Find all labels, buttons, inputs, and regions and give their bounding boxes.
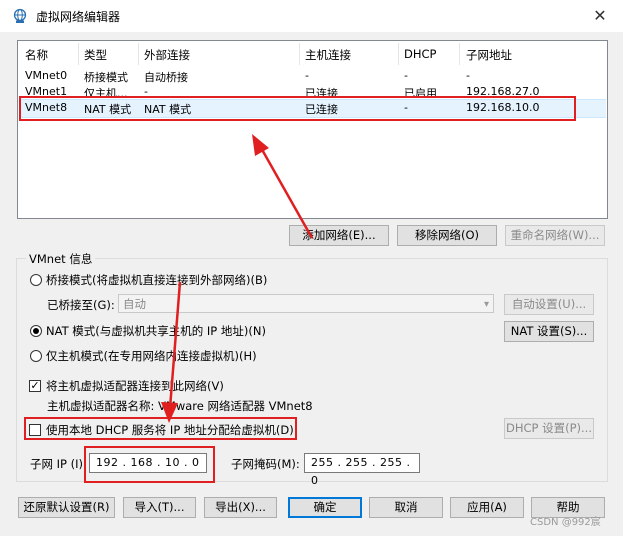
host-only-label[interactable]: 仅主机模式(在专用网络内连接虚拟机)(H): [46, 348, 257, 364]
connect-adapter-label[interactable]: 将主机虚拟适配器连接到此网络(V): [46, 378, 224, 394]
col-header-external[interactable]: 外部连接: [144, 47, 190, 63]
col-header-name[interactable]: 名称: [25, 47, 48, 63]
cell-external: 自动桥接: [144, 71, 188, 84]
bridged-to-select[interactable]: 自动 ▾: [118, 294, 494, 313]
annotation-box-vmnet8-row: [19, 96, 576, 121]
nat-mode-label[interactable]: NAT 模式(与虚拟机共享主机的 IP 地址)(N): [46, 323, 266, 339]
host-only-radio[interactable]: [30, 350, 42, 362]
col-divider: [299, 43, 300, 65]
globe-network-icon: [13, 8, 27, 23]
bridged-to-label: 已桥接至(G):: [47, 298, 115, 312]
bridged-mode-radio[interactable]: [30, 274, 42, 286]
table-row[interactable]: VMnet0 桥接模式 自动桥接 - - -: [19, 68, 606, 85]
rename-network-button[interactable]: 重命名网络(W)...: [505, 225, 605, 246]
remove-network-button[interactable]: 移除网络(O): [397, 225, 497, 246]
apply-button[interactable]: 应用(A): [450, 497, 524, 518]
subnet-mask-label: 子网掩码(M):: [231, 457, 300, 471]
bridged-mode-label[interactable]: 桥接模式(将虚拟机直接连接到外部网络)(B): [46, 272, 267, 288]
adapter-name-text: 主机虚拟适配器名称: VMware 网络适配器 VMnet8: [47, 399, 313, 413]
add-network-button[interactable]: 添加网络(E)...: [289, 225, 389, 246]
annotation-box-subnet-ip: [84, 446, 215, 483]
title-bar: 虚拟网络编辑器 ✕: [0, 0, 623, 32]
annotation-box-dhcp: [24, 417, 297, 440]
cell-dhcp: -: [404, 69, 408, 82]
cell-subnet: -: [466, 69, 470, 82]
col-divider: [138, 43, 139, 65]
col-divider: [398, 43, 399, 65]
nat-settings-button[interactable]: NAT 设置(S)...: [504, 321, 594, 342]
subnet-mask-input[interactable]: 255 . 255 . 255 . 0: [304, 453, 420, 487]
restore-defaults-button[interactable]: 还原默认设置(R): [18, 497, 115, 518]
cell-name: VMnet0: [25, 69, 68, 82]
watermark-text: CSDN @992宸: [530, 517, 601, 528]
col-header-dhcp[interactable]: DHCP: [404, 47, 436, 61]
import-button[interactable]: 导入(T)...: [123, 497, 196, 518]
nat-mode-radio[interactable]: [30, 325, 42, 337]
col-divider: [459, 43, 460, 65]
auto-settings-button[interactable]: 自动设置(U)...: [504, 294, 594, 315]
cell-type: 桥接模式: [84, 71, 128, 84]
cell-host: -: [305, 69, 309, 82]
col-divider: [78, 43, 79, 65]
window-title: 虚拟网络编辑器: [36, 10, 121, 24]
dhcp-settings-button[interactable]: DHCP 设置(P)...: [504, 418, 594, 439]
cancel-button[interactable]: 取消: [369, 497, 443, 518]
export-button[interactable]: 导出(X)...: [204, 497, 277, 518]
col-header-subnet[interactable]: 子网地址: [466, 47, 512, 63]
bridged-to-value: 自动: [123, 297, 146, 311]
vmnet-info-title: VMnet 信息: [26, 251, 96, 267]
col-header-host[interactable]: 主机连接: [305, 47, 351, 63]
chevron-down-icon: ▾: [483, 299, 489, 310]
ok-button[interactable]: 确定: [288, 497, 362, 518]
connect-adapter-checkbox[interactable]: ✓: [29, 380, 41, 392]
close-icon[interactable]: ✕: [588, 4, 612, 28]
subnet-ip-label: 子网 IP (I):: [30, 457, 87, 471]
col-header-type[interactable]: 类型: [84, 47, 107, 63]
network-table: 名称 类型 外部连接 主机连接 DHCP 子网地址 VMnet0 桥接模式 自动…: [17, 40, 608, 219]
